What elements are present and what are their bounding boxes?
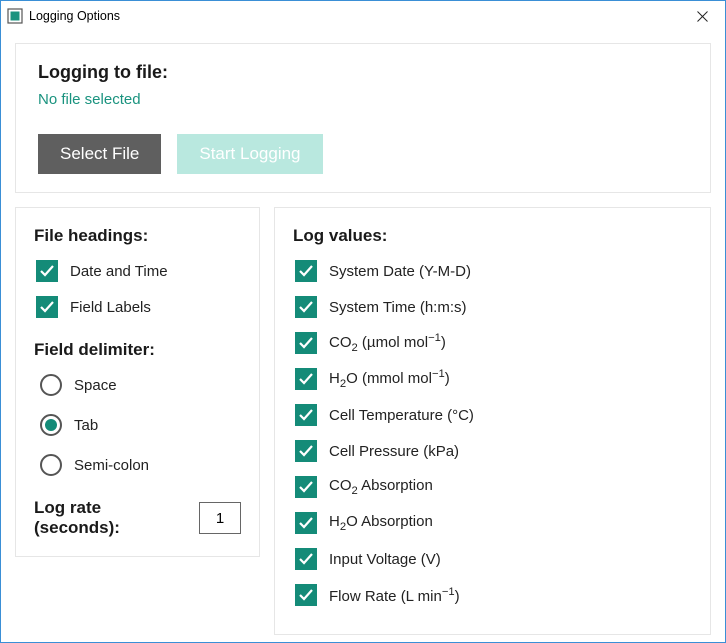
log-value-label: Flow Rate (L min−1) (329, 586, 460, 605)
delimiter-radio[interactable] (40, 414, 62, 436)
log-value-label: CO2 Absorption (329, 477, 433, 497)
log-value-label: Input Voltage (V) (329, 551, 441, 568)
window-title: Logging Options (29, 9, 120, 23)
file-headings-label: File headings: (34, 226, 241, 246)
heading-checkbox[interactable] (36, 260, 58, 282)
check-icon (298, 479, 314, 495)
log-value-checkbox[interactable] (295, 368, 317, 390)
log-value-label: Cell Pressure (kPa) (329, 443, 459, 460)
check-icon (298, 443, 314, 459)
log-value-label: System Time (h:m:s) (329, 299, 467, 316)
log-value-checkbox[interactable] (295, 584, 317, 606)
log-value-label: CO2 (µmol mol−1) (329, 332, 446, 354)
headings-delimiter-panel: File headings: Date and Time Field Labels… (15, 207, 260, 557)
check-icon (298, 299, 314, 315)
log-value-checkbox[interactable] (295, 296, 317, 318)
check-icon (298, 515, 314, 531)
close-icon (697, 11, 708, 22)
delimiter-radio[interactable] (40, 454, 62, 476)
delimiter-radio-label: Tab (74, 417, 98, 434)
check-icon (39, 299, 55, 315)
heading-checkbox[interactable] (36, 296, 58, 318)
log-rate-label: Log rate (seconds): (34, 498, 187, 538)
log-values-heading: Log values: (293, 226, 692, 246)
window-frame: Logging Options Logging to file: No file… (0, 0, 726, 643)
log-value-checkbox[interactable] (295, 404, 317, 426)
check-icon (298, 587, 314, 603)
check-icon (298, 407, 314, 423)
close-button[interactable] (679, 1, 725, 31)
log-rate-input[interactable] (199, 502, 241, 534)
log-value-label: System Date (Y-M-D) (329, 263, 471, 280)
log-value-label: H2O (mmol mol−1) (329, 368, 450, 390)
field-delimiter-label: Field delimiter: (34, 340, 241, 360)
delimiter-radio-label: Space (74, 377, 117, 394)
log-value-label: H2O Absorption (329, 513, 433, 533)
delimiter-radio[interactable] (40, 374, 62, 396)
log-value-checkbox[interactable] (295, 548, 317, 570)
check-icon (298, 551, 314, 567)
app-icon (7, 8, 23, 24)
log-value-checkbox[interactable] (295, 512, 317, 534)
log-value-checkbox[interactable] (295, 260, 317, 282)
check-icon (298, 335, 314, 351)
titlebar: Logging Options (1, 1, 725, 31)
heading-checkbox-label: Date and Time (70, 263, 168, 280)
log-values-panel: Log values: System Date (Y-M-D) System Ti… (274, 207, 711, 635)
heading-checkbox-label: Field Labels (70, 299, 151, 316)
check-icon (298, 263, 314, 279)
select-file-button[interactable]: Select File (38, 134, 161, 174)
delimiter-radio-label: Semi-colon (74, 457, 149, 474)
check-icon (39, 263, 55, 279)
log-value-checkbox[interactable] (295, 332, 317, 354)
logging-file-panel: Logging to file: No file selected Select… (15, 43, 711, 193)
file-status-text: No file selected (38, 91, 688, 108)
window-body: Logging to file: No file selected Select… (1, 31, 725, 642)
logging-file-heading: Logging to file: (38, 62, 688, 83)
check-icon (298, 371, 314, 387)
log-value-checkbox[interactable] (295, 440, 317, 462)
log-value-label: Cell Temperature (°C) (329, 407, 474, 424)
log-value-checkbox[interactable] (295, 476, 317, 498)
start-logging-button: Start Logging (177, 134, 322, 174)
